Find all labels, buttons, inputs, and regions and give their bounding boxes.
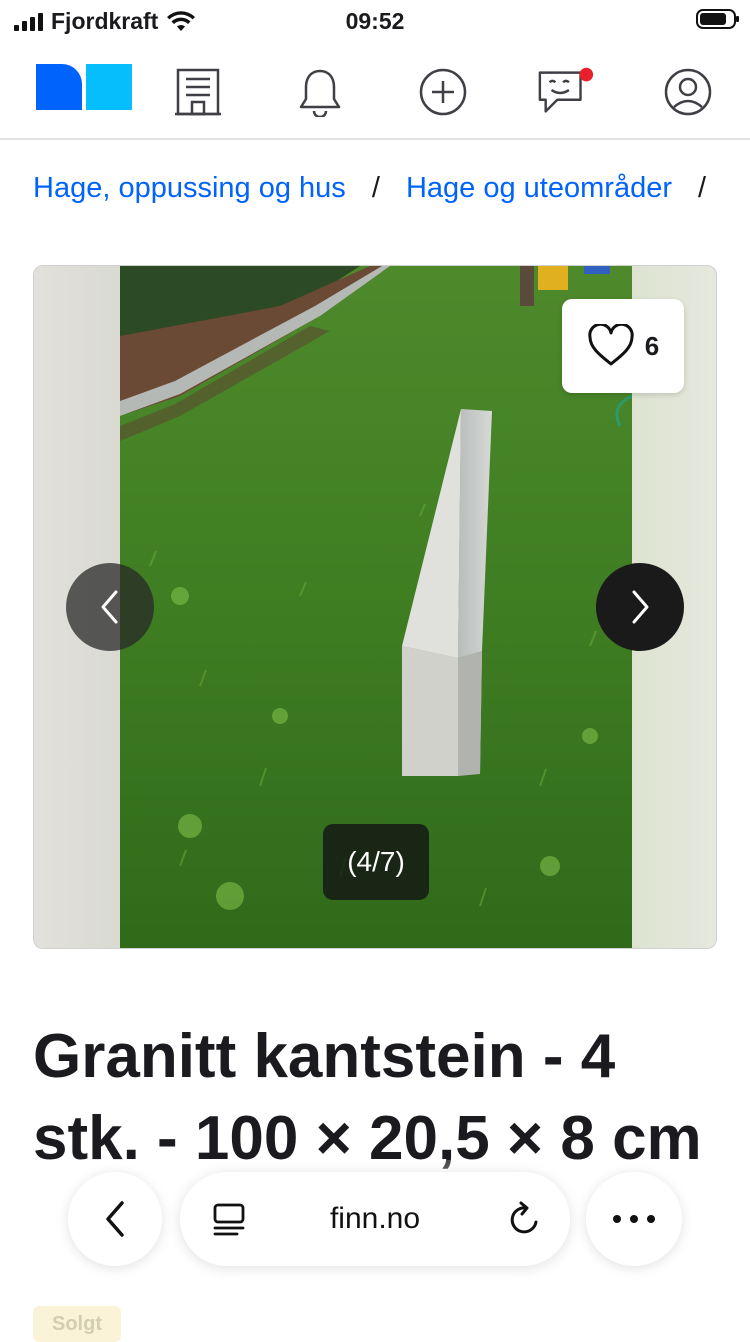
breadcrumb: Hage, oppussing og hus / Hage og uteområ… (33, 172, 724, 205)
more-button[interactable] (586, 1172, 682, 1266)
chevron-right-icon (632, 590, 649, 624)
next-image-button[interactable] (596, 563, 684, 651)
profile-icon[interactable] (658, 62, 718, 122)
ellipsis-icon (613, 1215, 655, 1223)
battery-icon (696, 9, 739, 29)
clock: 09:52 (345, 8, 405, 34)
previous-image-button[interactable] (66, 563, 154, 651)
chevron-left-icon (106, 1201, 124, 1237)
favorite-button[interactable]: 6 (562, 299, 684, 393)
plus-circle-icon[interactable] (413, 62, 473, 122)
finn-logo[interactable] (36, 64, 132, 110)
breadcrumb-separator: / (371, 172, 380, 204)
breadcrumb-link-hage-uteomrader[interactable]: Hage og uteområder (406, 172, 672, 204)
sold-badge: Solgt (33, 1306, 121, 1342)
image-counter: (4/7) (323, 824, 429, 900)
notification-dot (579, 67, 594, 82)
chevron-left-icon (101, 590, 118, 624)
breadcrumb-separator: / (698, 172, 707, 204)
heart-icon (588, 324, 634, 366)
top-nav (0, 44, 750, 140)
image-gallery[interactable]: 6 (4/7) (33, 265, 717, 949)
reload-icon[interactable] (506, 1200, 542, 1238)
status-bar: Fjordkraft 09:52 (0, 0, 750, 44)
building-icon[interactable] (168, 62, 228, 122)
chat-icon[interactable] (536, 62, 596, 122)
bell-icon[interactable] (290, 62, 350, 122)
listing-title: Granitt kantstein - 4 stk. - 100 × 20,5 … (33, 1022, 702, 1173)
breadcrumb-link-hage-oppussing[interactable]: Hage, oppussing og hus (33, 172, 346, 204)
address-bar[interactable]: finn.no (180, 1172, 570, 1266)
browser-back-button[interactable] (68, 1172, 162, 1266)
favorite-count: 6 (644, 330, 660, 361)
